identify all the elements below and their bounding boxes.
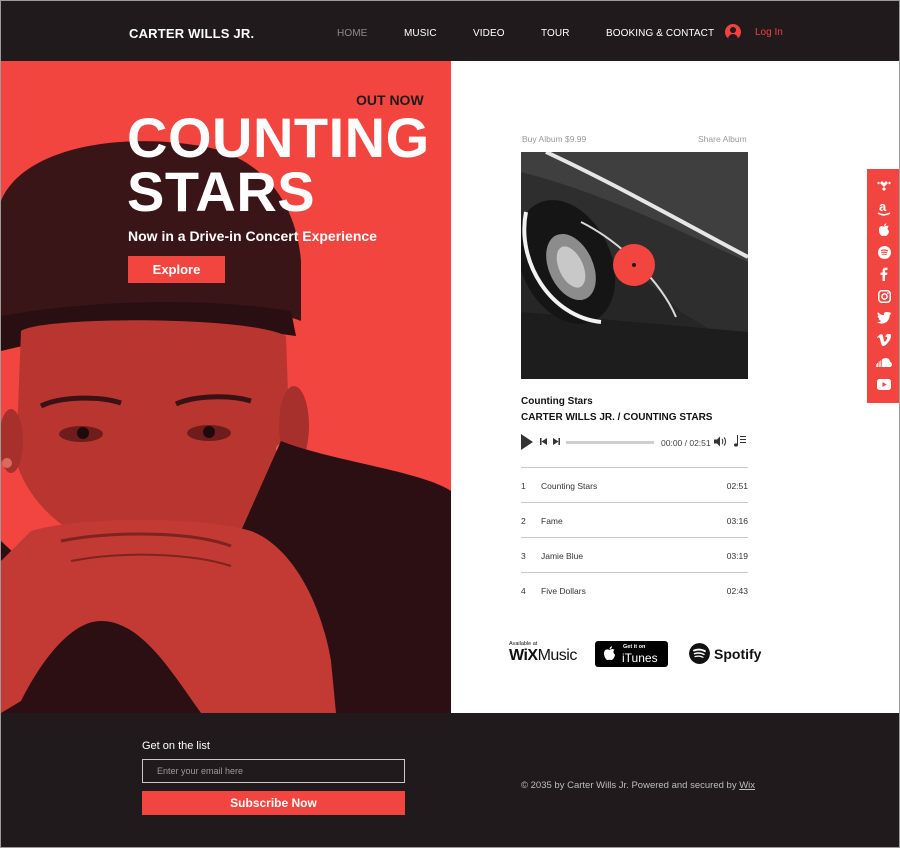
track-duration: 03:19 [726,551,748,561]
twitter-icon[interactable] [876,310,892,326]
track-name: Fame [541,516,563,526]
spotify-icon[interactable] [876,244,892,260]
nav-music[interactable]: MUSIC [404,28,437,39]
audio-player: 00:00 / 02:51 [521,433,751,451]
buy-album-link[interactable]: Buy Album $9.99 [522,134,586,144]
explore-button[interactable]: Explore [128,256,225,283]
hero-title: COUNTING STARS [127,106,430,223]
playback-time: 00:00 / 02:51 [661,438,711,448]
user-avatar-icon [725,24,741,40]
track-name: Counting Stars [541,481,598,491]
itunes-label: iTunes [622,651,658,665]
email-input[interactable] [142,759,405,783]
youtube-icon[interactable] [876,376,892,392]
hero-title-line-2: STARS [127,160,316,223]
tidal-icon[interactable] [876,178,892,194]
copyright-label: © 2035 by Carter Wills Jr. Powered and s… [521,780,740,791]
amazon-icon[interactable]: a [876,200,892,216]
itunes-badge[interactable]: Get it on iTunes [595,641,668,667]
track-number: 3 [521,551,526,561]
track-duration: 02:51 [726,481,748,491]
spotify-logo-icon [689,643,710,664]
track-number: 4 [521,586,526,596]
progress-bar[interactable] [566,441,654,444]
track-name: Jamie Blue [541,551,584,561]
track-row[interactable]: 4 Five Dollars 02:43 [521,572,748,607]
spotify-label: Spotify [714,646,762,662]
track-number: 2 [521,516,526,526]
album-cover [521,152,748,379]
hero-section: OUT NOW COUNTING STARS Now in a Drive-in… [1,61,451,713]
wix-brand-bold: WiX [509,647,538,664]
album-cover-image [521,152,748,379]
track-duration: 03:16 [726,516,748,526]
previous-track-icon[interactable] [540,438,547,445]
track-number: 1 [521,481,526,491]
site-logo[interactable]: CARTER WILLS JR. [129,26,254,41]
svg-text:a: a [879,200,887,214]
play-icon[interactable] [521,434,533,450]
site-header: CARTER WILLS JR. HOME MUSIC VIDEO TOUR B… [1,1,899,61]
copyright-text: © 2035 by Carter Wills Jr. Powered and s… [521,780,755,791]
hero-subtitle: Now in a Drive-in Concert Experience [128,228,377,244]
track-name: Five Dollars [541,586,586,596]
nav-video[interactable]: VIDEO [473,28,505,39]
login-label: Log In [755,26,783,38]
track-row[interactable]: 3 Jamie Blue 03:19 [521,537,748,572]
social-bar: a [867,169,899,403]
page-frame: CARTER WILLS JR. HOME MUSIC VIDEO TOUR B… [0,0,900,848]
site-footer: Get on the list Subscribe Now © 2035 by … [1,713,899,847]
instagram-icon[interactable] [876,288,892,304]
itunes-get-label: Get it on [623,644,646,650]
newsletter-heading: Get on the list [142,740,210,752]
now-playing-title: Counting Stars [521,396,593,407]
now-playing-artist: CARTER WILLS JR. / COUNTING STARS [521,412,713,423]
track-list: 1 Counting Stars 02:51 2 Fame 03:16 3 Ja… [521,467,748,607]
vimeo-icon[interactable] [876,332,892,348]
next-track-icon[interactable] [553,438,560,445]
subscribe-button[interactable]: Subscribe Now [142,791,405,815]
soundcloud-icon[interactable] [876,354,892,370]
nav-booking-contact[interactable]: BOOKING & CONTACT [606,28,714,39]
nav-tour[interactable]: TOUR [541,28,570,39]
hero-title-line-1: COUNTING [127,106,430,169]
login-button[interactable]: Log In [725,24,783,40]
apple-music-icon[interactable] [876,222,892,238]
playlist-icon[interactable] [734,435,746,447]
share-album-link[interactable]: Share Album [698,134,747,144]
track-duration: 02:43 [726,586,748,596]
store-badges: Available at WiXMusic Get it on iTunes S… [509,640,769,670]
volume-icon[interactable] [714,436,728,447]
facebook-icon[interactable] [876,266,892,282]
nav-home[interactable]: HOME [337,28,367,39]
wix-link[interactable]: Wix [739,780,755,791]
wix-brand-light: Music [537,647,578,664]
apple-icon [604,646,615,661]
track-row[interactable]: 2 Fame 03:16 [521,502,748,537]
wix-music-badge[interactable]: Available at WiXMusic [509,641,577,665]
track-row[interactable]: 1 Counting Stars 02:51 [521,467,748,502]
